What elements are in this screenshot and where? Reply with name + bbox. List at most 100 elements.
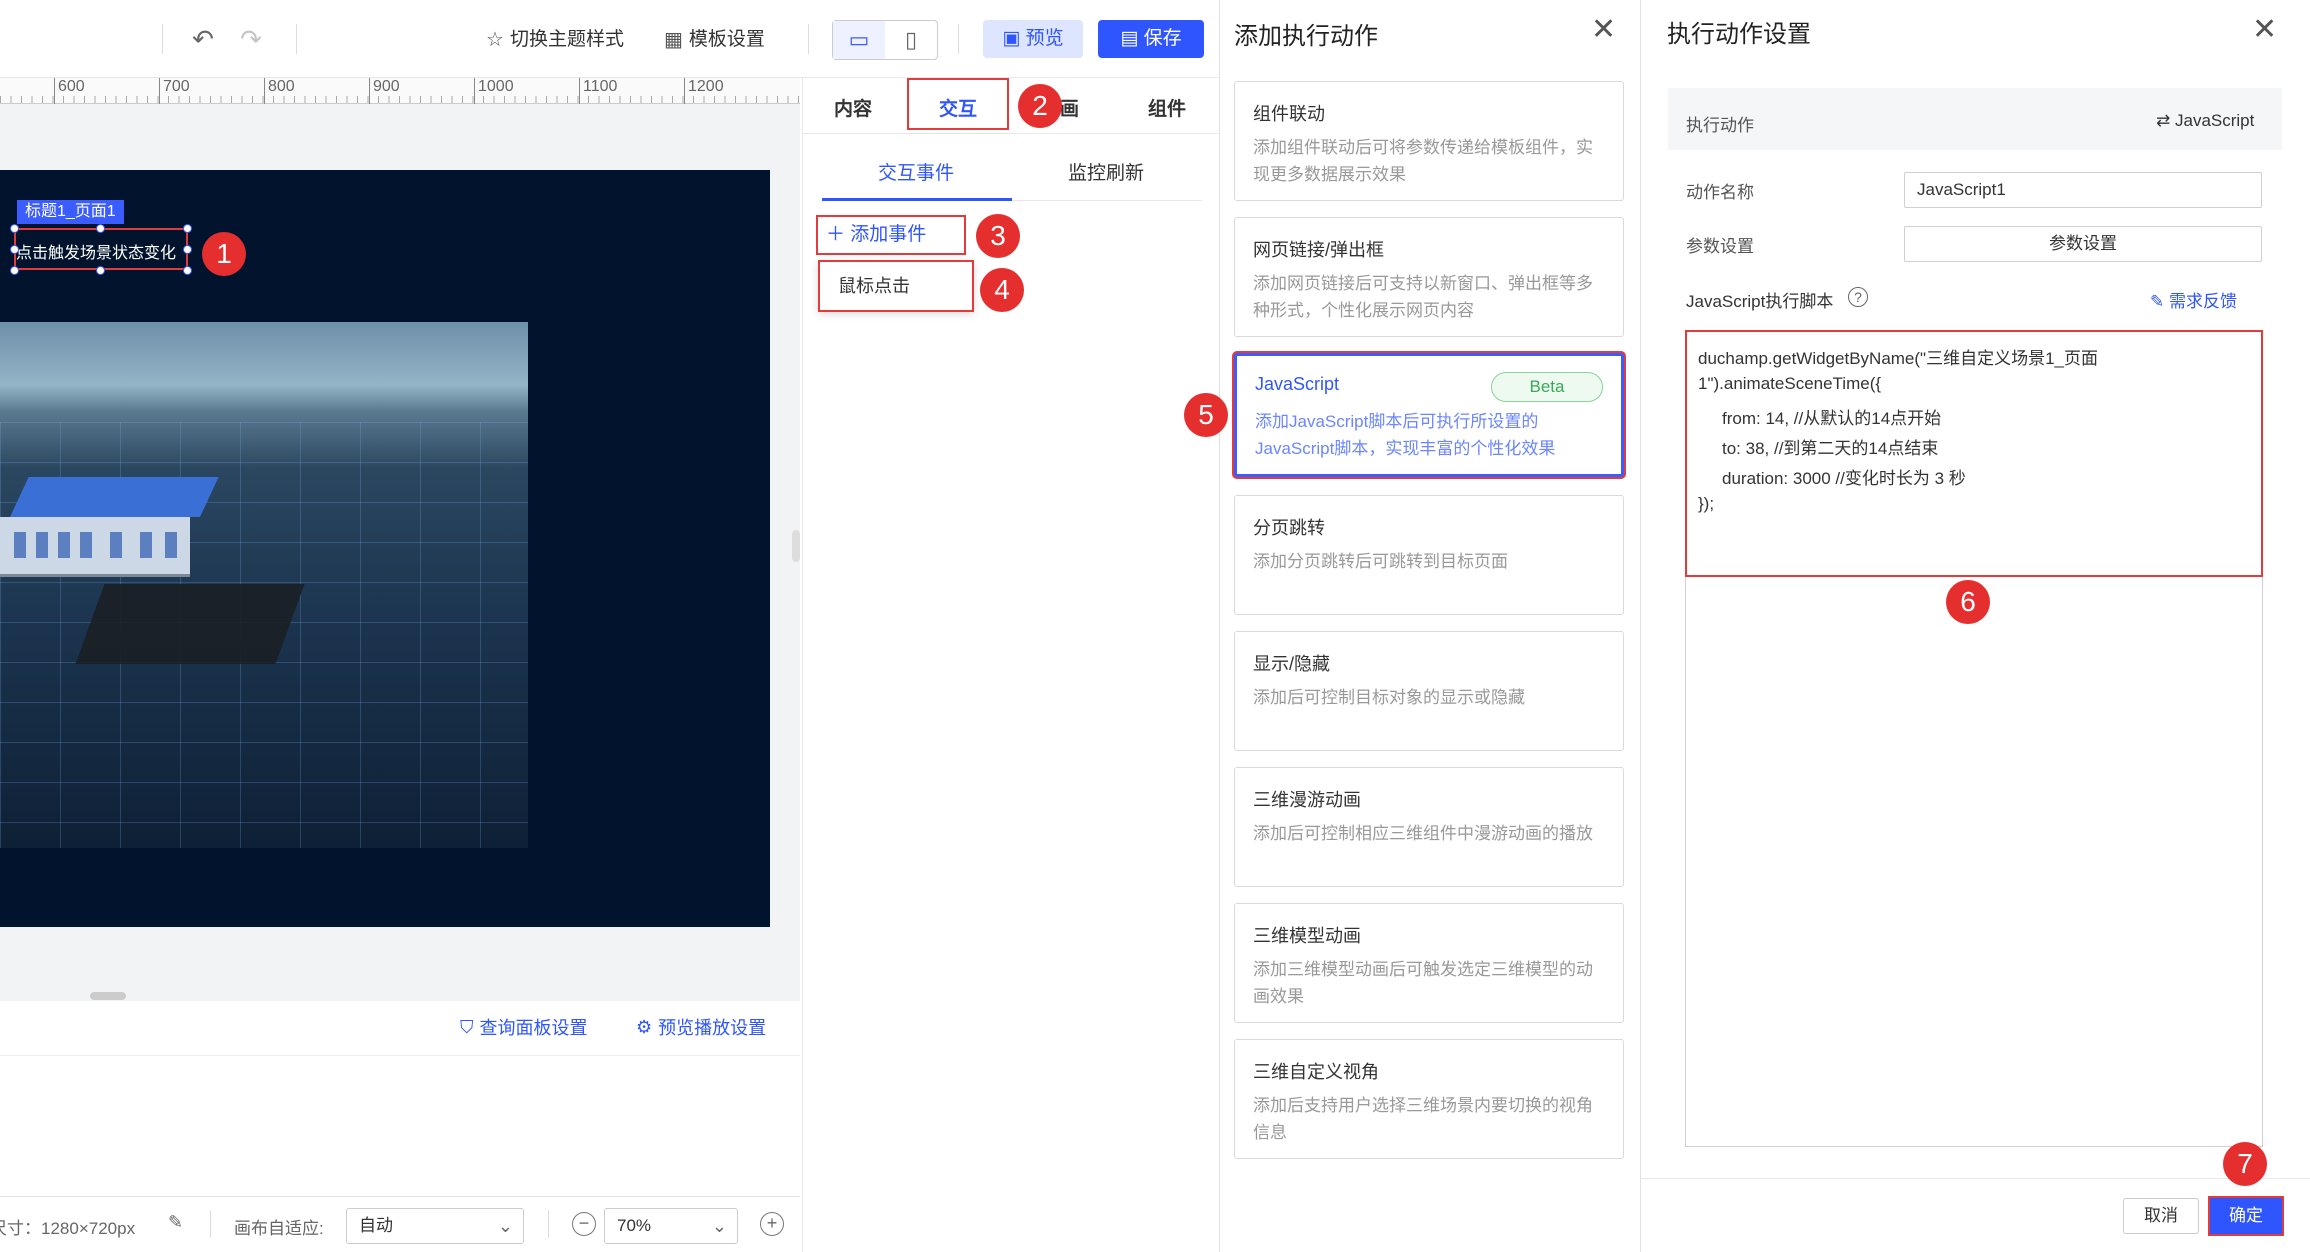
ruler-label: 900 [373,78,400,95]
action-title: 分页跳转 [1253,518,1325,538]
ruler-label: 1200 [688,78,724,95]
action-title: JavaScript [1255,374,1340,394]
action-3d-custom-view[interactable]: 三维自定义视角 添加后支持用户选择三维场景内要切换的视角信息 [1234,1039,1624,1159]
ruler-label: 1100 [583,78,618,95]
query-panel-settings-link[interactable]: ⛉ 查询面板设置 [460,1014,588,1040]
resize-handle[interactable] [183,245,192,254]
resize-handle[interactable] [10,266,19,275]
selected-title-text: 点击触发场景状态变化 [16,245,177,262]
edit-size-icon[interactable]: ✎ [168,1212,183,1233]
mouse-click-option[interactable]: 鼠标点击 [818,260,974,312]
action-type-label: 执行动作 [1686,116,1754,135]
preview-play-settings-link[interactable]: ⚙ 预览播放设置 [636,1014,766,1040]
zoom-in-icon[interactable]: + [760,1212,784,1236]
canvas-size-text: 尺寸：1280×720px [0,1219,136,1238]
action-description: 添加JavaScript脚本后可执行所设置的JavaScript脚本，实现丰富的… [1255,412,1556,458]
step-badge: 4 [980,268,1024,312]
save-label: 保存 [1143,28,1182,49]
action-name-input[interactable]: JavaScript1 [1904,172,2262,208]
ruler-label: 800 [268,78,295,95]
canvas-adapt-select[interactable]: 自动 ⌄ [346,1208,524,1244]
selection-tag: 标题1_页面1 [17,200,124,224]
resize-handle[interactable] [96,266,105,275]
zoom-value: 70% [617,1216,652,1235]
building-window [80,532,92,558]
action-description: 添加组件联动后可将参数传递给模板组件，实现更多数据展示效果 [1253,138,1593,184]
action-show-hide[interactable]: 显示/隐藏 添加后可控制目标对象的显示或隐藏 [1234,631,1624,751]
desktop-icon[interactable]: ▭ [833,21,885,59]
tab-component[interactable]: 组件 [1148,94,1186,121]
action-name-label: 动作名称 [1686,183,1754,202]
action-title: 三维漫游动画 [1253,790,1361,810]
cancel-button[interactable]: 取消 [2123,1198,2199,1234]
param-settings-button[interactable]: 参数设置 [1904,226,2262,262]
tablet-icon[interactable]: ▯ [885,21,937,59]
action-type-value: JavaScript [2174,111,2255,130]
tab-animation[interactable]: 画 [1060,94,1079,121]
filter-icon: ⛉ [460,1016,474,1037]
switch-theme-label: 切换主题样式 [509,29,624,50]
action-page-jump[interactable]: 分页跳转 添加分页跳转后可跳转到目标页面 [1234,495,1624,615]
building-wall [0,517,190,577]
action-javascript[interactable]: JavaScript Beta 添加JavaScript脚本后可执行所设置的Ja… [1234,353,1624,477]
zoom-select[interactable]: 70% ⌄ [604,1208,738,1244]
subtab-interaction-events[interactable]: 交互事件 [878,158,954,185]
template-icon: ▦ [664,29,683,51]
building-roof [10,477,219,517]
feedback-link[interactable]: ✎ 需求反馈 [2150,287,2237,312]
action-3d-roaming[interactable]: 三维漫游动画 添加后可控制相应三维组件中漫游动画的播放 [1234,767,1624,887]
ruler-tick [54,78,55,104]
action-description: 添加后支持用户选择三维场景内要切换的视角信息 [1253,1096,1593,1142]
close-icon[interactable]: ✕ [2252,12,2277,47]
code-line: duration: 3000 //变化时长为 3 秒 [1722,469,1966,488]
3d-scene-widget[interactable] [0,322,528,848]
theme-icon: ☆ [486,29,504,51]
tab-content[interactable]: 内容 [834,94,872,121]
action-description: 添加三维模型动画后可触发选定三维模型的动画效果 [1253,960,1593,1006]
canvas-scroll-handle[interactable] [90,992,126,1000]
action-title: 组件联动 [1253,104,1325,124]
building-window [110,532,122,558]
chevron-down-icon: ⌄ [497,1216,513,1236]
zoom-out-icon[interactable]: − [572,1212,596,1236]
confirm-button[interactable]: 确定 [2208,1196,2284,1236]
undo-icon[interactable]: ↶ [186,22,220,56]
action-title: 显示/隐藏 [1253,654,1331,674]
code-line: from: 14, //从默认的14点开始 [1722,409,1942,428]
beta-badge: Beta [1491,372,1603,402]
switch-action-link[interactable]: ⇄ JavaScript [2156,111,2254,131]
footer-divider [548,1210,549,1238]
switch-theme-button[interactable]: ☆ 切换主题样式 [486,24,624,56]
resize-handle[interactable] [183,224,192,233]
action-3d-model-animation[interactable]: 三维模型动画 添加三维模型动画后可触发选定三维模型的动画效果 [1234,903,1624,1023]
ruler-tick [264,78,265,104]
step-badge: 5 [1184,393,1228,437]
subtab-active-indicator [822,198,1012,201]
redo-icon[interactable]: ↷ [234,22,268,56]
template-settings-button[interactable]: ▦ 模板设置 [664,24,765,56]
ruler-tick [579,78,580,104]
code-line: }); [1698,494,1715,513]
action-web-link[interactable]: 网页链接/弹出框 添加网页链接后可支持以新窗口、弹出框等多种形式，个性化展示网页… [1234,217,1624,337]
chevron-down-icon: ⌄ [711,1216,727,1236]
settings-footer-divider [1640,1178,2310,1179]
subtab-monitor-refresh[interactable]: 监控刷新 [1068,158,1144,185]
preview-button[interactable]: ▣ 预览 [983,20,1083,58]
help-icon[interactable]: ? [1848,287,1868,307]
code-line: 1").animateSceneTime({ [1698,374,1882,393]
resize-handle[interactable] [10,245,19,254]
save-button[interactable]: ▤ 保存 [1098,20,1204,58]
close-icon[interactable]: ✕ [1591,12,1616,47]
step-badge: 1 [202,232,246,276]
code-line: duchamp.getWidgetByName("三维自定义场景1_页面 [1698,349,2098,368]
action-component-link[interactable]: 组件联动 添加组件联动后可将参数传递给模板组件，实现更多数据展示效果 [1234,81,1624,201]
add-event-button[interactable]: ＋ 添加事件 [816,215,966,255]
resize-handle[interactable] [10,224,19,233]
resize-handle[interactable] [96,224,105,233]
ruler-tick [474,78,475,104]
resize-handle[interactable] [183,266,192,275]
toolbar-divider [162,24,163,54]
panel-resize-handle[interactable] [792,530,800,562]
building-window [36,532,48,558]
ruler-label: 600 [58,78,85,95]
